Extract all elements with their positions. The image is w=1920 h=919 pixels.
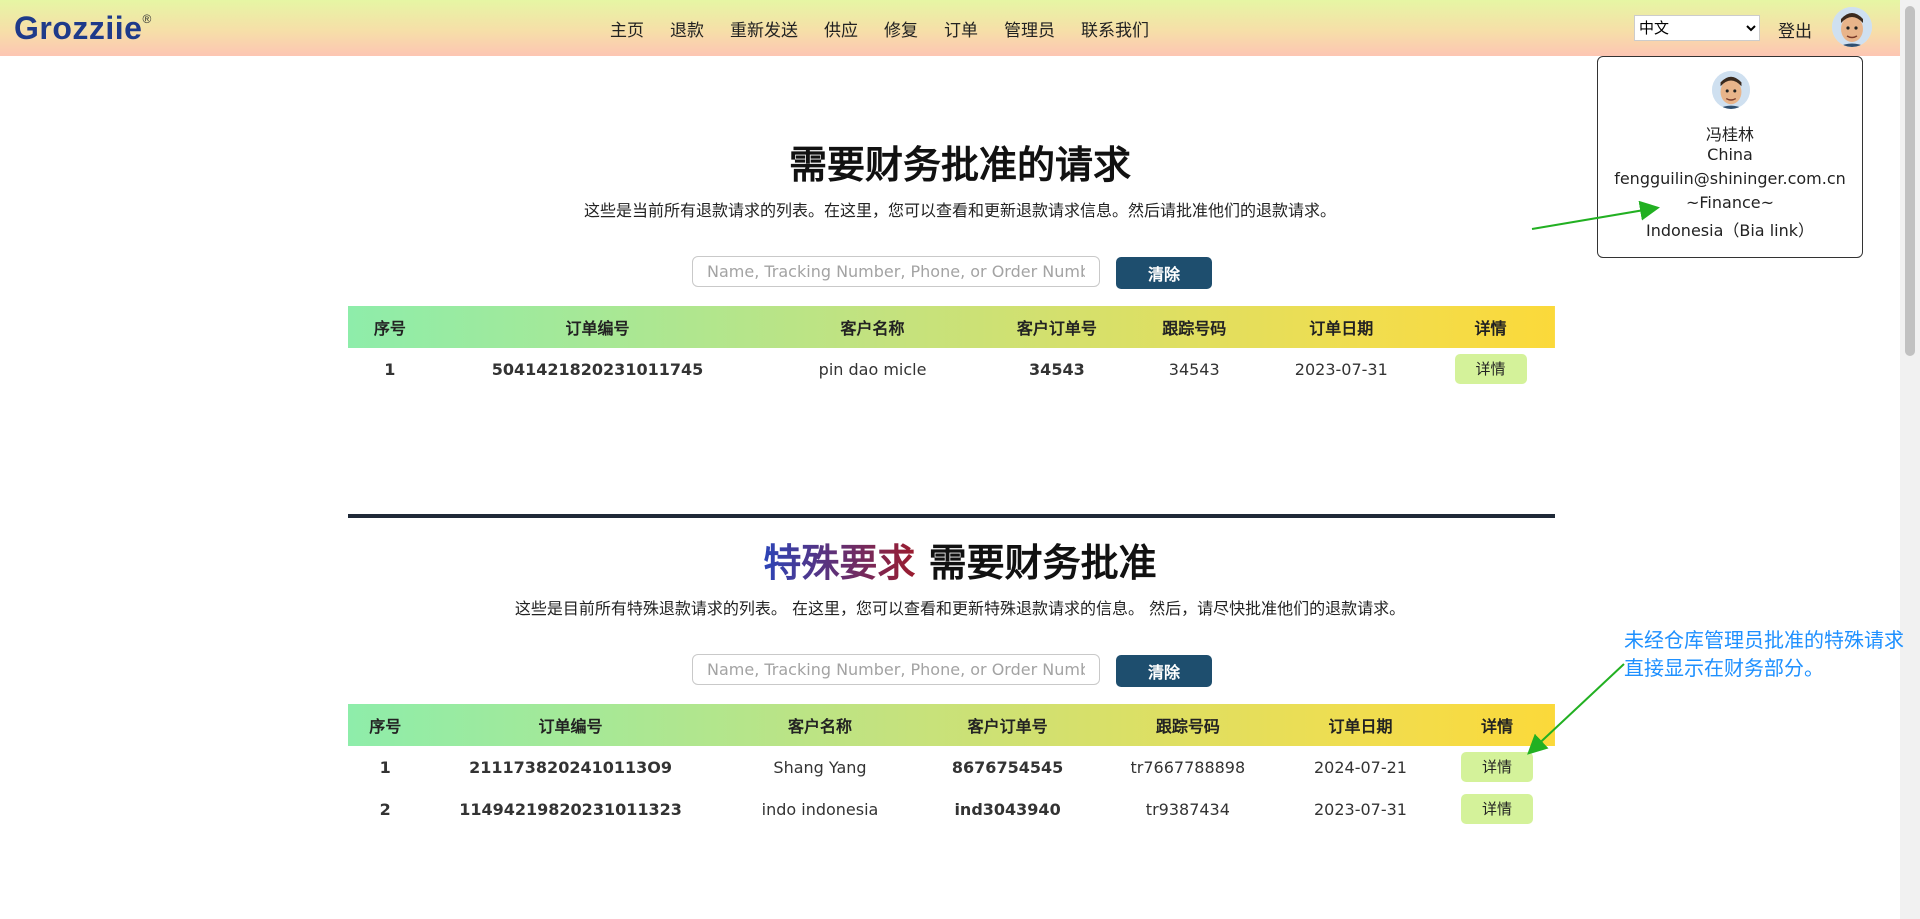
nav-refund[interactable]: 退款 [670,16,704,41]
cell-tracking: tr9387434 [1145,799,1230,819]
avatar-face-icon [1832,7,1872,47]
nav-contact[interactable]: 联系我们 [1081,16,1149,41]
clear-button[interactable]: 清除 [1116,257,1212,289]
detail-button[interactable]: 详情 [1461,752,1534,782]
profile-avatar [1712,71,1750,109]
top-header: Grozziie® 主页 退款 重新发送 供应 修复 订单 管理员 联系我们 中… [0,0,1900,56]
brand-logo[interactable]: Grozziie® [14,10,152,47]
special-search-input[interactable] [692,654,1100,685]
cell-customer-order: 34543 [1029,359,1085,379]
main-nav: 主页 退款 重新发送 供应 修复 订单 管理员 联系我们 [610,16,1175,41]
special-title-highlight: 特殊要求 [763,541,916,585]
special-section-description: 这些是目前所有特殊退款请求的列表。 在这里，您可以查看和更新特殊退款请求的信息。… [514,599,1406,618]
logout-link[interactable]: 登出 [1778,17,1812,42]
page-title: 需要财务批准的请求 [788,143,1131,187]
cell-detail: 详情 [1439,746,1555,788]
table-header-row: 序号 订单编号 客户名称 客户订单号 跟踪号码 订单日期 详情 [348,704,1555,746]
cell-order-no: 2111738202410113О9 [469,757,672,777]
cell-customer: Shang Yang [773,757,867,777]
cell-order-no: 11494219820231011323 [459,799,682,819]
refund-table: 序号 订单编号 客户名称 客户订单号 跟踪号码 订单日期 详情 1 504142… [348,306,1555,390]
cell-date: 2023-07-31 [1294,359,1388,379]
cell-order-no: 5041421820231011745 [491,359,704,379]
nav-admin[interactable]: 管理员 [1004,16,1055,41]
special-refund-table: 序号 订单编号 客户名称 客户订单号 跟踪号码 订单日期 详情 1 211173… [348,704,1555,830]
col-header: 客户名称 [787,717,852,736]
special-section-title: 特殊要求 需要财务批准 [0,532,1920,587]
avatar[interactable] [1832,7,1872,47]
search-input[interactable] [692,256,1100,287]
section-description: 这些是当前所有退款请求的列表。在这里，您可以查看和更新退款请求信息。然后请批准他… [583,201,1336,220]
nav-home[interactable]: 主页 [610,16,644,41]
col-header: 详情 [1481,717,1514,736]
col-header: 客户订单号 [967,717,1048,736]
table-row: 2 11494219820231011323 indo indonesia in… [348,788,1555,830]
col-header: 订单编号 [565,319,630,338]
cell-no: 1 [384,359,396,379]
avatar-face-icon [1712,71,1750,109]
cell-tracking: tr7667788898 [1130,757,1246,777]
detail-button[interactable]: 详情 [1454,354,1527,384]
cell-customer-order: ind3043940 [954,799,1061,819]
col-header: 订单日期 [1309,319,1374,338]
col-header: 跟踪号码 [1155,717,1220,736]
nav-resend[interactable]: 重新发送 [730,16,798,41]
cell-date: 2024-07-21 [1313,757,1407,777]
cell-date: 2023-07-31 [1313,799,1407,819]
cell-no: 2 [379,799,391,819]
table-header-row: 序号 订单编号 客户名称 客户订单号 跟踪号码 订单日期 详情 [348,306,1555,348]
detail-button[interactable]: 详情 [1461,794,1534,824]
col-header: 跟踪号码 [1162,319,1227,338]
table-row: 1 5041421820231011745 pin dao micle 3454… [348,348,1555,390]
col-header: 详情 [1474,319,1507,338]
special-clear-button[interactable]: 清除 [1116,655,1212,687]
col-header: 序号 [369,717,402,736]
annotation-note: 未经仓库管理员批准的特殊请求直接显示在财务部分。 [1624,628,1904,680]
col-header: 客户订单号 [1016,319,1097,338]
nav-repair[interactable]: 修复 [884,16,918,41]
col-header: 订单日期 [1328,717,1393,736]
cell-customer: indo indonesia [761,799,879,819]
cell-detail: 详情 [1439,788,1555,830]
cell-detail: 详情 [1426,348,1555,390]
table-row: 1 2111738202410113О9 Shang Yang 86767545… [348,746,1555,788]
section-divider [348,514,1555,518]
nav-orders[interactable]: 订单 [944,16,978,41]
col-header: 客户名称 [840,319,905,338]
col-header: 序号 [373,319,406,338]
nav-supply[interactable]: 供应 [824,16,858,41]
col-header: 订单编号 [538,717,603,736]
cell-customer: pin dao micle [818,359,927,379]
language-select[interactable]: 中文 [1634,15,1760,41]
special-title-rest: 需要财务批准 [928,541,1157,585]
cell-customer-order: 8676754545 [951,757,1064,777]
cell-no: 1 [379,757,391,777]
cell-tracking: 34543 [1168,359,1220,379]
